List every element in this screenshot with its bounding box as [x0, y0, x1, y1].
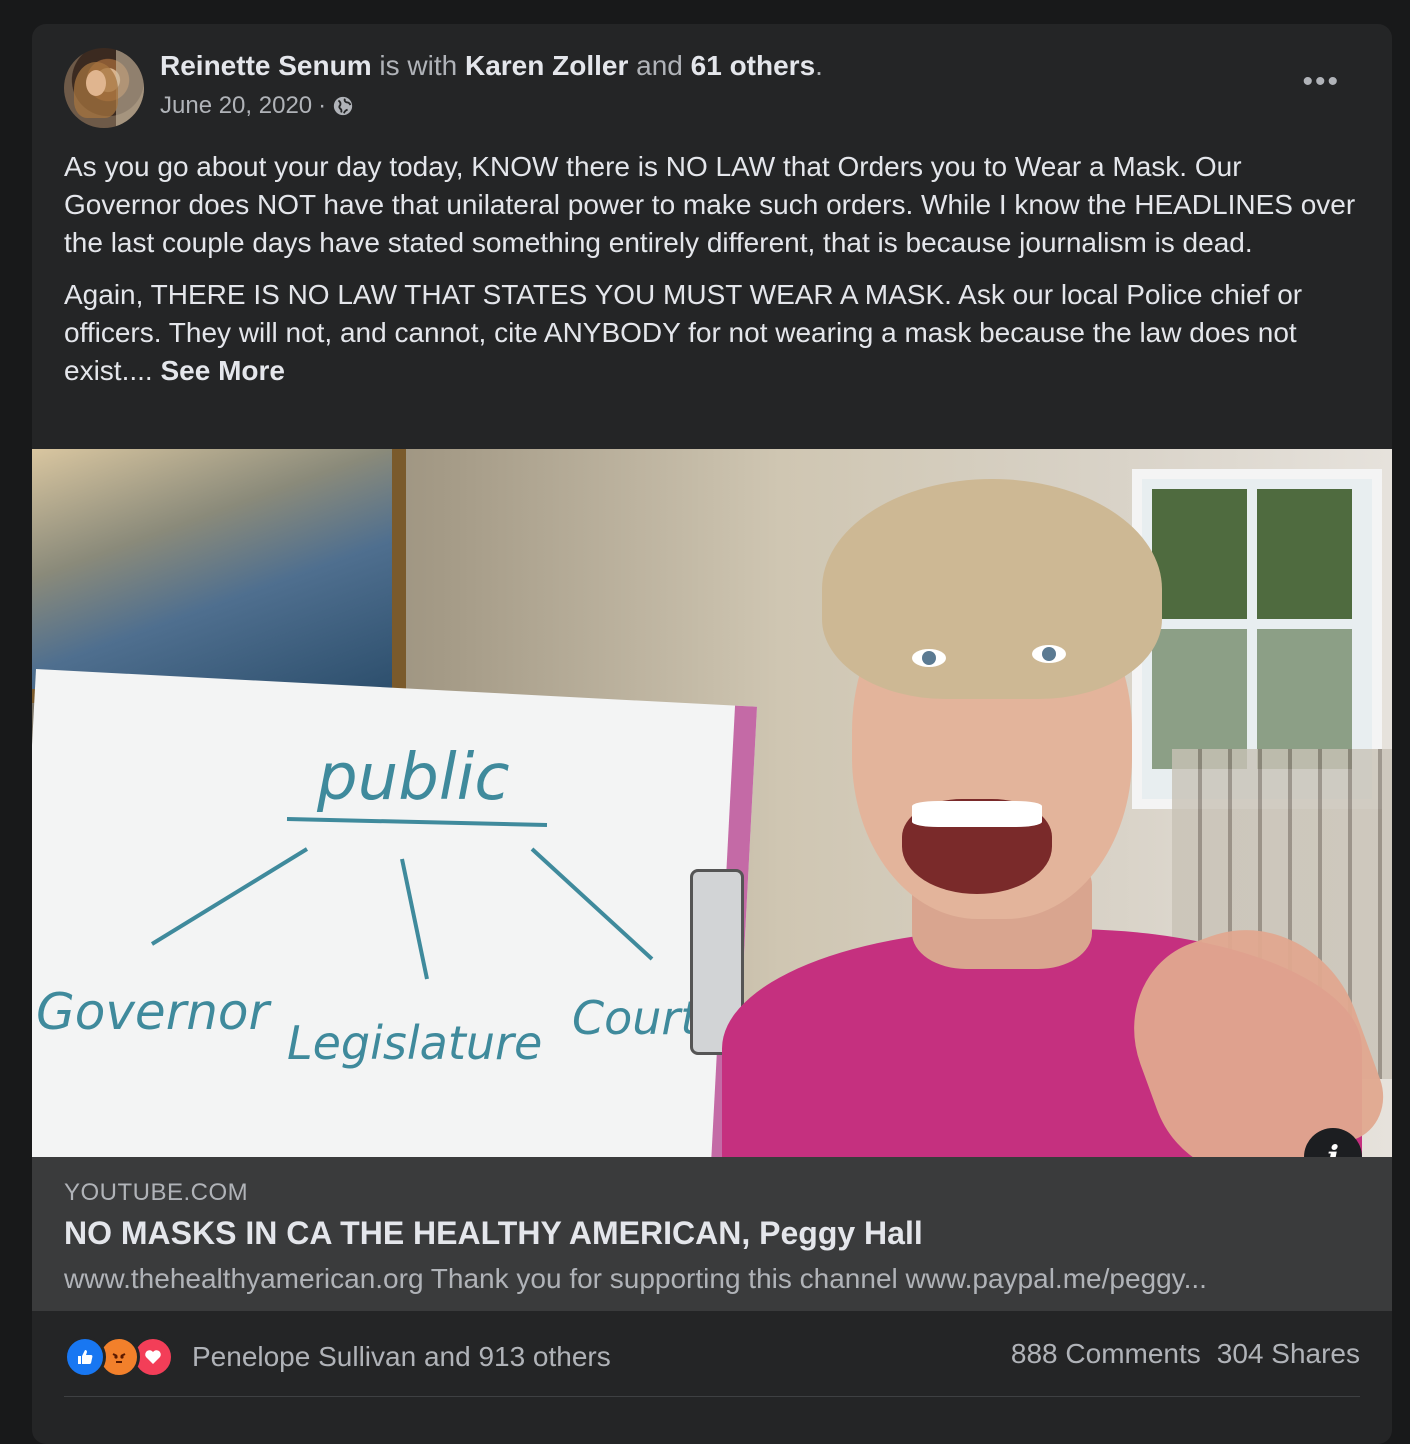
shares-count[interactable]: 304 Shares	[1217, 1338, 1360, 1370]
person-hair	[822, 479, 1162, 699]
person-eye-right	[1032, 645, 1066, 663]
board-word-public: public	[316, 741, 510, 815]
footer-divider	[64, 1396, 1360, 1397]
avatar-background	[116, 48, 144, 128]
avatar-face	[86, 70, 106, 96]
post-date[interactable]: June 20, 2020	[160, 92, 312, 120]
and-text: and	[636, 50, 683, 81]
board-word-governor: Governor	[36, 983, 273, 1041]
link-title[interactable]: NO MASKS IN CA THE HEALTHY AMERICAN, Peg…	[64, 1215, 923, 1252]
post-header: Reinette Senum is with Karen Zoller and …	[160, 50, 823, 82]
link-preview[interactable]: YOUTUBE.COM NO MASKS IN CA THE HEALTHY A…	[32, 1157, 1392, 1311]
with-text: is with	[379, 50, 458, 81]
board-word-court: Court	[572, 991, 700, 1045]
reactions-summary[interactable]: Penelope Sullivan and 913 others	[64, 1336, 611, 1378]
more-options-icon[interactable]: •••	[1302, 67, 1340, 97]
board-word-legislature: Legislature	[287, 1016, 542, 1070]
person-teeth	[912, 801, 1042, 827]
post-paragraph-2: Again, THERE IS NO LAW THAT STATES YOU M…	[64, 276, 1364, 390]
tagged-others[interactable]: 61 others	[691, 50, 816, 81]
post-meta: June 20, 2020 ·	[160, 92, 354, 120]
globe-icon[interactable]	[332, 95, 354, 117]
whiteboard-drawing: public Governor Legislature Court	[36, 741, 700, 1070]
reacted-by-text[interactable]: Penelope Sullivan and 913 others	[192, 1341, 611, 1373]
post-body: As you go about your day today, KNOW the…	[64, 148, 1364, 404]
see-more-link[interactable]: See More	[160, 355, 285, 386]
like-icon	[64, 1336, 106, 1378]
author-avatar[interactable]	[64, 48, 144, 128]
post-paragraph-1: As you go about your day today, KNOW the…	[64, 151, 1356, 258]
comments-count[interactable]: 888 Comments	[1011, 1338, 1201, 1370]
tagged-person[interactable]: Karen Zoller	[465, 50, 628, 81]
meta-separator: ·	[318, 92, 327, 119]
engagement-counts: 888 Comments 304 Shares	[1011, 1338, 1360, 1370]
person-eye-left	[912, 649, 946, 667]
post-card: Reinette Senum is with Karen Zoller and …	[32, 24, 1392, 1444]
link-description: www.thehealthyamerican.org Thank you for…	[64, 1263, 1207, 1294]
author-name[interactable]: Reinette Senum	[160, 50, 372, 81]
video-thumbnail[interactable]: public Governor Legislature Court	[32, 449, 1392, 1157]
end-punctuation: .	[815, 50, 823, 81]
link-domain: YOUTUBE.COM	[64, 1179, 249, 1206]
wall-painting	[32, 449, 406, 703]
